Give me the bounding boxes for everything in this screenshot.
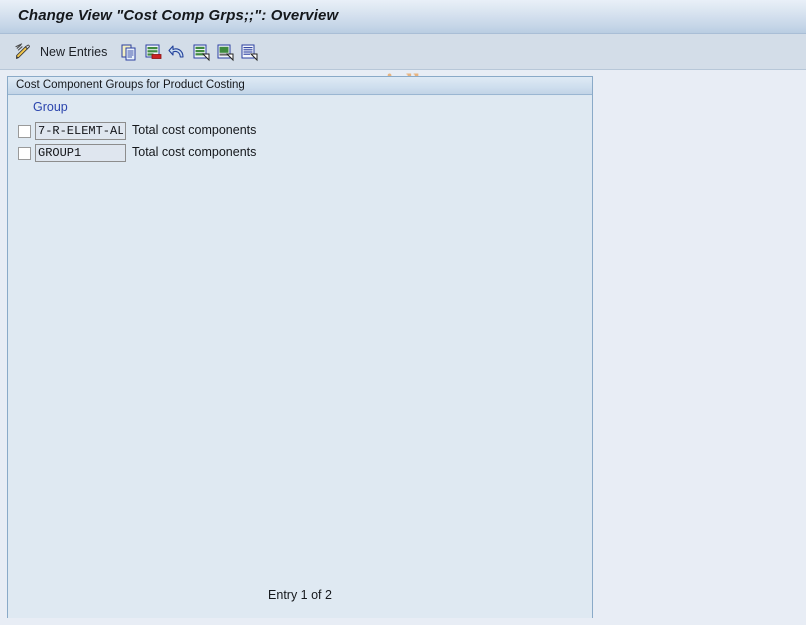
pencil-edit-button[interactable] (13, 40, 33, 64)
delete-button[interactable] (144, 40, 163, 64)
deselect-all-icon (216, 43, 235, 62)
window-title-bar: Change View "Cost Comp Grps;;": Overview (0, 0, 806, 34)
group-code-input[interactable] (35, 144, 126, 162)
select-block-icon (240, 43, 259, 62)
select-all-icon (192, 43, 211, 62)
toolbar: New Entries (0, 34, 806, 97)
group-code-input[interactable] (35, 122, 126, 140)
row-select-checkbox[interactable] (18, 147, 31, 160)
panel-body: Group Total cost components Total cost c… (8, 96, 592, 618)
pencil-edit-icon (13, 42, 33, 62)
page-title: Change View "Cost Comp Grps;;": Overview (18, 7, 339, 24)
copy-button[interactable] (120, 40, 139, 64)
row-select-checkbox[interactable] (18, 125, 31, 138)
panel-header: Cost Component Groups for Product Costin… (8, 77, 592, 95)
deselect-all-button[interactable] (216, 40, 235, 64)
panel-header-title: Cost Component Groups for Product Costin… (16, 79, 245, 91)
entry-counter-status: Entry 1 of 2 (268, 588, 332, 602)
group-description-label: Total cost components (132, 145, 257, 159)
select-all-button[interactable] (192, 40, 211, 64)
undo-icon (168, 43, 187, 62)
new-entries-button[interactable]: New Entries (40, 40, 107, 64)
column-header-group: Group (33, 100, 68, 114)
cost-component-groups-panel: Cost Component Groups for Product Costin… (7, 76, 593, 618)
delete-icon (144, 43, 163, 62)
copy-icon (120, 43, 139, 62)
select-block-button[interactable] (240, 40, 259, 64)
new-entries-label: New Entries (40, 45, 108, 59)
undo-button[interactable] (168, 40, 187, 64)
group-description-label: Total cost components (132, 123, 257, 137)
